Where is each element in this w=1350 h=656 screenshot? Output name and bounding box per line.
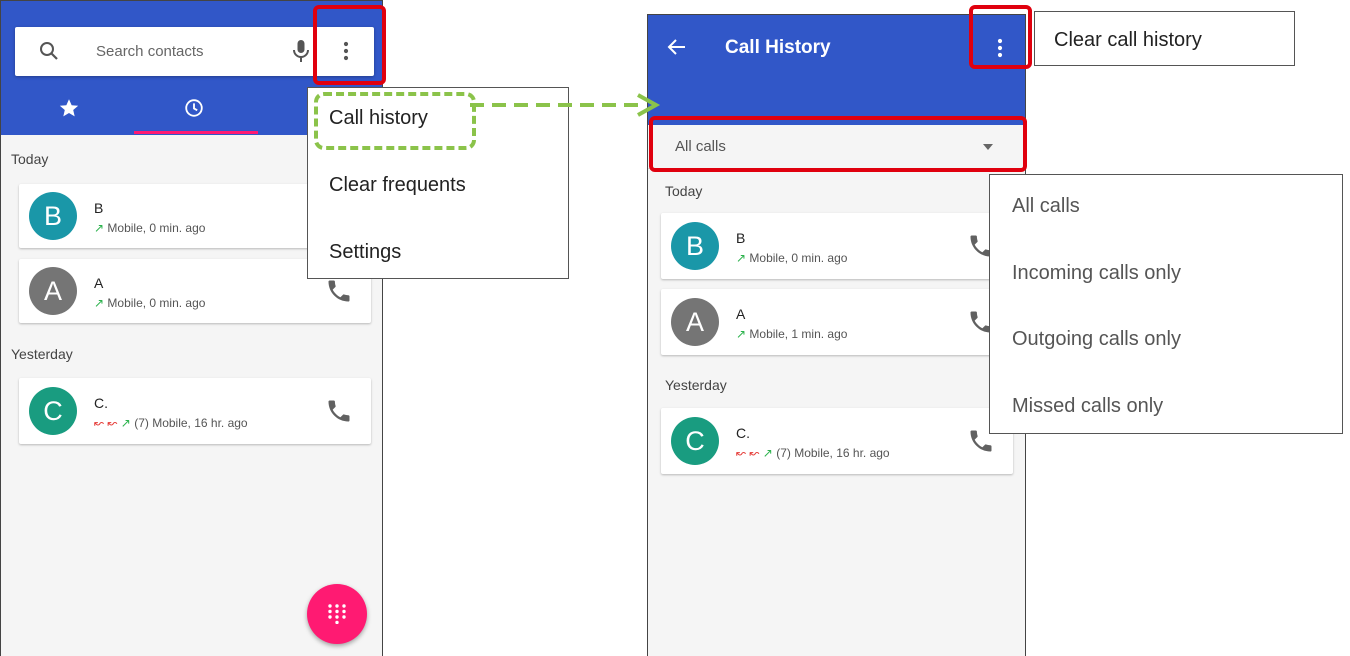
menu-item-settings[interactable]: Settings [329, 241, 401, 264]
clear-call-history-label: Clear call history [1054, 29, 1202, 51]
missed-call-icon: ↜ ↜ [94, 416, 118, 430]
menu-item-clear-call-history[interactable]: Clear call history [1034, 11, 1295, 66]
contact-name: B [94, 200, 104, 216]
highlight-more-options-history [969, 5, 1032, 69]
call-history-screen: Call History All calls Today B B ↗ Mobil… [647, 14, 1026, 656]
call-log-row-a[interactable]: A A ↗ Mobile, 1 min. ago [661, 289, 1013, 355]
contact-name: B [736, 230, 746, 246]
contact-name: A [94, 275, 104, 291]
section-header-yesterday: Yesterday [11, 346, 73, 362]
star-icon [59, 99, 79, 117]
back-arrow-icon[interactable] [665, 35, 689, 59]
page-title: Call History [725, 37, 831, 58]
search-input[interactable]: Search contacts [96, 43, 204, 60]
avatar: B [29, 192, 77, 240]
active-tab-indicator [134, 131, 258, 134]
tab-recents[interactable] [134, 91, 254, 133]
avatar: A [29, 267, 77, 315]
call-log-row-b[interactable]: B B ↗ Mobile, 0 min. ago [661, 213, 1013, 279]
call-detail: ↗ Mobile, 0 min. ago [736, 251, 848, 265]
outgoing-call-icon: ↗ [94, 221, 105, 235]
call-detail: ↜ ↜ ↗ (7) Mobile, 16 hr. ago [94, 416, 248, 430]
phone-call-icon[interactable] [325, 277, 353, 305]
search-icon[interactable] [37, 39, 61, 63]
call-detail: ↗ Mobile, 0 min. ago [94, 296, 206, 310]
highlight-call-filter [649, 116, 1027, 172]
clock-icon [185, 99, 203, 117]
call-log-row-c[interactable]: C C. ↜ ↜ ↗ (7) Mobile, 16 hr. ago [661, 408, 1013, 474]
avatar: A [671, 298, 719, 346]
call-log-row-c[interactable]: C C. ↜ ↜ ↗ (7) Mobile, 16 hr. ago [19, 378, 371, 444]
section-header-yesterday: Yesterday [665, 377, 727, 393]
avatar: B [671, 222, 719, 270]
outgoing-call-icon: ↗ [736, 251, 747, 265]
highlight-more-options [313, 5, 386, 85]
call-detail: ↗ Mobile, 0 min. ago [94, 221, 206, 235]
dialpad-button[interactable] [307, 584, 367, 644]
filter-option-incoming[interactable]: Incoming calls only [1012, 262, 1181, 285]
outgoing-call-icon: ↗ [762, 446, 773, 460]
section-header-today: Today [11, 151, 49, 167]
contact-name: C. [94, 395, 108, 411]
outgoing-call-icon: ↗ [736, 327, 747, 341]
section-header-today: Today [665, 183, 703, 199]
menu-item-clear-frequents[interactable]: Clear frequents [329, 174, 466, 197]
filter-option-all[interactable]: All calls [1012, 195, 1080, 218]
contact-name: A [736, 306, 746, 322]
call-detail: ↜ ↜ ↗ (7) Mobile, 16 hr. ago [736, 446, 890, 460]
avatar: C [671, 417, 719, 465]
filter-option-outgoing[interactable]: Outgoing calls only [1012, 328, 1181, 351]
call-detail: ↗ Mobile, 1 min. ago [736, 327, 848, 341]
missed-call-icon: ↜ ↜ [736, 446, 760, 460]
avatar: C [29, 387, 77, 435]
outgoing-call-icon: ↗ [94, 296, 105, 310]
phone-call-icon[interactable] [325, 397, 353, 425]
contact-name: C. [736, 425, 750, 441]
highlight-call-history-item [314, 92, 476, 150]
tab-favorites[interactable] [9, 91, 129, 133]
call-filter-options: All calls Incoming calls only Outgoing c… [989, 174, 1343, 434]
dialpad-icon [328, 604, 346, 624]
microphone-icon[interactable] [289, 38, 313, 64]
outgoing-call-icon: ↗ [120, 416, 131, 430]
flow-arrow-icon [470, 93, 661, 117]
filter-option-missed[interactable]: Missed calls only [1012, 395, 1163, 418]
